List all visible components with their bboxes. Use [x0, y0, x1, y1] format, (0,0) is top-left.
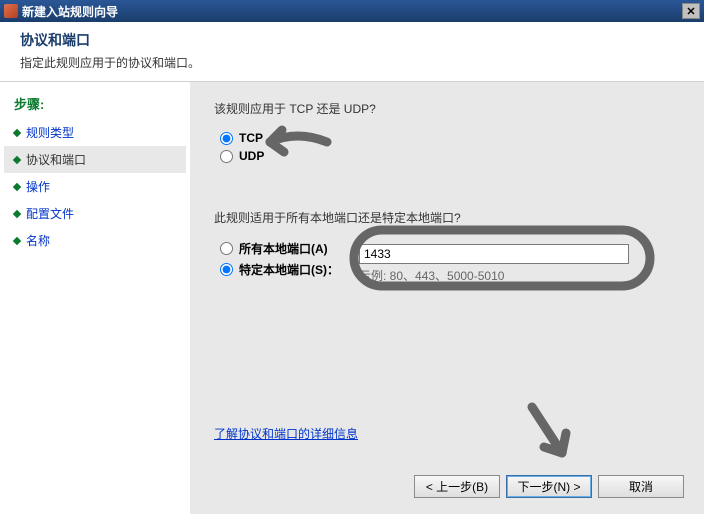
close-button[interactable]: ✕ [682, 3, 700, 19]
bullet-icon [13, 128, 21, 136]
port-input[interactable] [359, 244, 629, 264]
page-title: 协议和端口 [20, 30, 684, 50]
step-label[interactable]: 规则类型 [26, 124, 74, 141]
step-label[interactable]: 名称 [26, 232, 50, 249]
titlebar: 新建入站规则向导 ✕ [0, 0, 704, 22]
step-rule-type[interactable]: 规则类型 [4, 119, 186, 146]
wizard-buttons: < 上一步(B) 下一步(N) > 取消 [414, 475, 684, 498]
step-name[interactable]: 名称 [4, 227, 186, 254]
steps-sidebar: 步骤: 规则类型 协议和端口 操作 配置文件 名称 [0, 82, 190, 514]
wizard-header: 协议和端口 指定此规则应用于的协议和端口。 [0, 22, 704, 82]
protocol-question: 该规则应用于 TCP 还是 UDP? [214, 100, 680, 117]
radio-specific-ports[interactable] [220, 263, 233, 276]
port-example: 示例: 80、443、5000-5010 [359, 267, 629, 284]
step-label[interactable]: 配置文件 [26, 205, 74, 222]
app-icon [4, 4, 18, 18]
bullet-icon [13, 155, 21, 163]
radio-tcp-label[interactable]: TCP [239, 131, 263, 145]
ports-question: 此规则适用于所有本地端口还是特定本地端口? [214, 209, 680, 226]
radio-all-ports-label[interactable]: 所有本地端口(A) [239, 240, 328, 257]
page-subtitle: 指定此规则应用于的协议和端口。 [20, 54, 684, 71]
bullet-icon [13, 236, 21, 244]
window-title: 新建入站规则向导 [22, 3, 118, 20]
back-button[interactable]: < 上一步(B) [414, 475, 500, 498]
radio-udp[interactable] [220, 150, 233, 163]
radio-tcp-row[interactable]: TCP [214, 129, 680, 147]
close-icon: ✕ [686, 5, 695, 18]
step-protocol-ports[interactable]: 协议和端口 [4, 146, 186, 173]
radio-tcp[interactable] [220, 132, 233, 145]
step-action[interactable]: 操作 [4, 173, 186, 200]
step-profile[interactable]: 配置文件 [4, 200, 186, 227]
radio-specific-ports-label[interactable]: 特定本地端口(S)： [239, 261, 339, 278]
steps-heading: 步骤: [4, 92, 186, 119]
cancel-button[interactable]: 取消 [598, 475, 684, 498]
radio-udp-row[interactable]: UDP [214, 147, 680, 165]
radio-all-ports[interactable] [220, 242, 233, 255]
step-label: 协议和端口 [26, 151, 86, 168]
bullet-icon [13, 209, 21, 217]
bullet-icon [13, 182, 21, 190]
learn-more-link[interactable]: 了解协议和端口的详细信息 [214, 425, 358, 442]
radio-udp-label[interactable]: UDP [239, 149, 264, 163]
step-label[interactable]: 操作 [26, 178, 50, 195]
next-button[interactable]: 下一步(N) > [506, 475, 592, 498]
wizard-main: 该规则应用于 TCP 还是 UDP? TCP UDP 此规则适用于所有本地端口还… [190, 82, 704, 514]
